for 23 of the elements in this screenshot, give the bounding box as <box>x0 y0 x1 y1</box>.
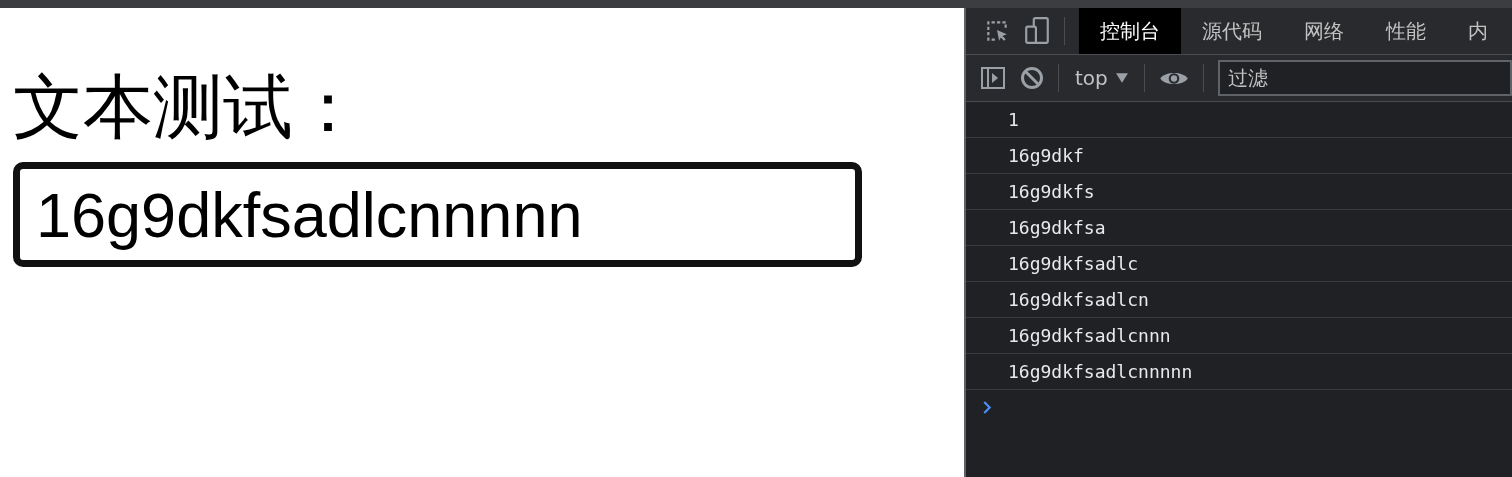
console-message: 16g9dkfsa <box>1008 217 1106 238</box>
panel-tab[interactable]: 源代码 <box>1181 8 1283 54</box>
console-message: 1 <box>1008 109 1019 130</box>
panel-tab[interactable]: 内 <box>1447 8 1509 54</box>
sidebar-toggle-icon[interactable] <box>980 66 1006 90</box>
console-message: 16g9dkfsadlcn <box>1008 289 1149 310</box>
clear-icon[interactable] <box>1020 66 1044 90</box>
page-heading: 文本测试： <box>13 66 364 148</box>
panel-tab[interactable]: 网络 <box>1283 8 1365 54</box>
filter-field[interactable]: 过滤 <box>1217 60 1512 96</box>
panel-tab[interactable]: 性能 <box>1365 8 1447 54</box>
panel-tab[interactable]: 控制台 <box>1079 8 1181 54</box>
text-input[interactable]: 16g9dkfsadlcnnnnn <box>13 162 862 267</box>
console-message: 16g9dkfsadlcnnnnn <box>1008 361 1193 382</box>
console-message: 16g9dkfsadlc <box>1008 253 1139 274</box>
context-dropdown[interactable]: top <box>1073 66 1130 90</box>
console-message: 16g9dkfs <box>1008 181 1095 202</box>
prompt-chevron-icon <box>983 400 992 414</box>
console-message: 16g9dkf <box>1008 145 1084 166</box>
device-icon[interactable] <box>1024 17 1050 45</box>
inspect-icon[interactable] <box>984 18 1010 44</box>
console-message: 16g9dkfsadlcnnn <box>1008 325 1171 346</box>
caret-icon <box>1115 73 1128 83</box>
